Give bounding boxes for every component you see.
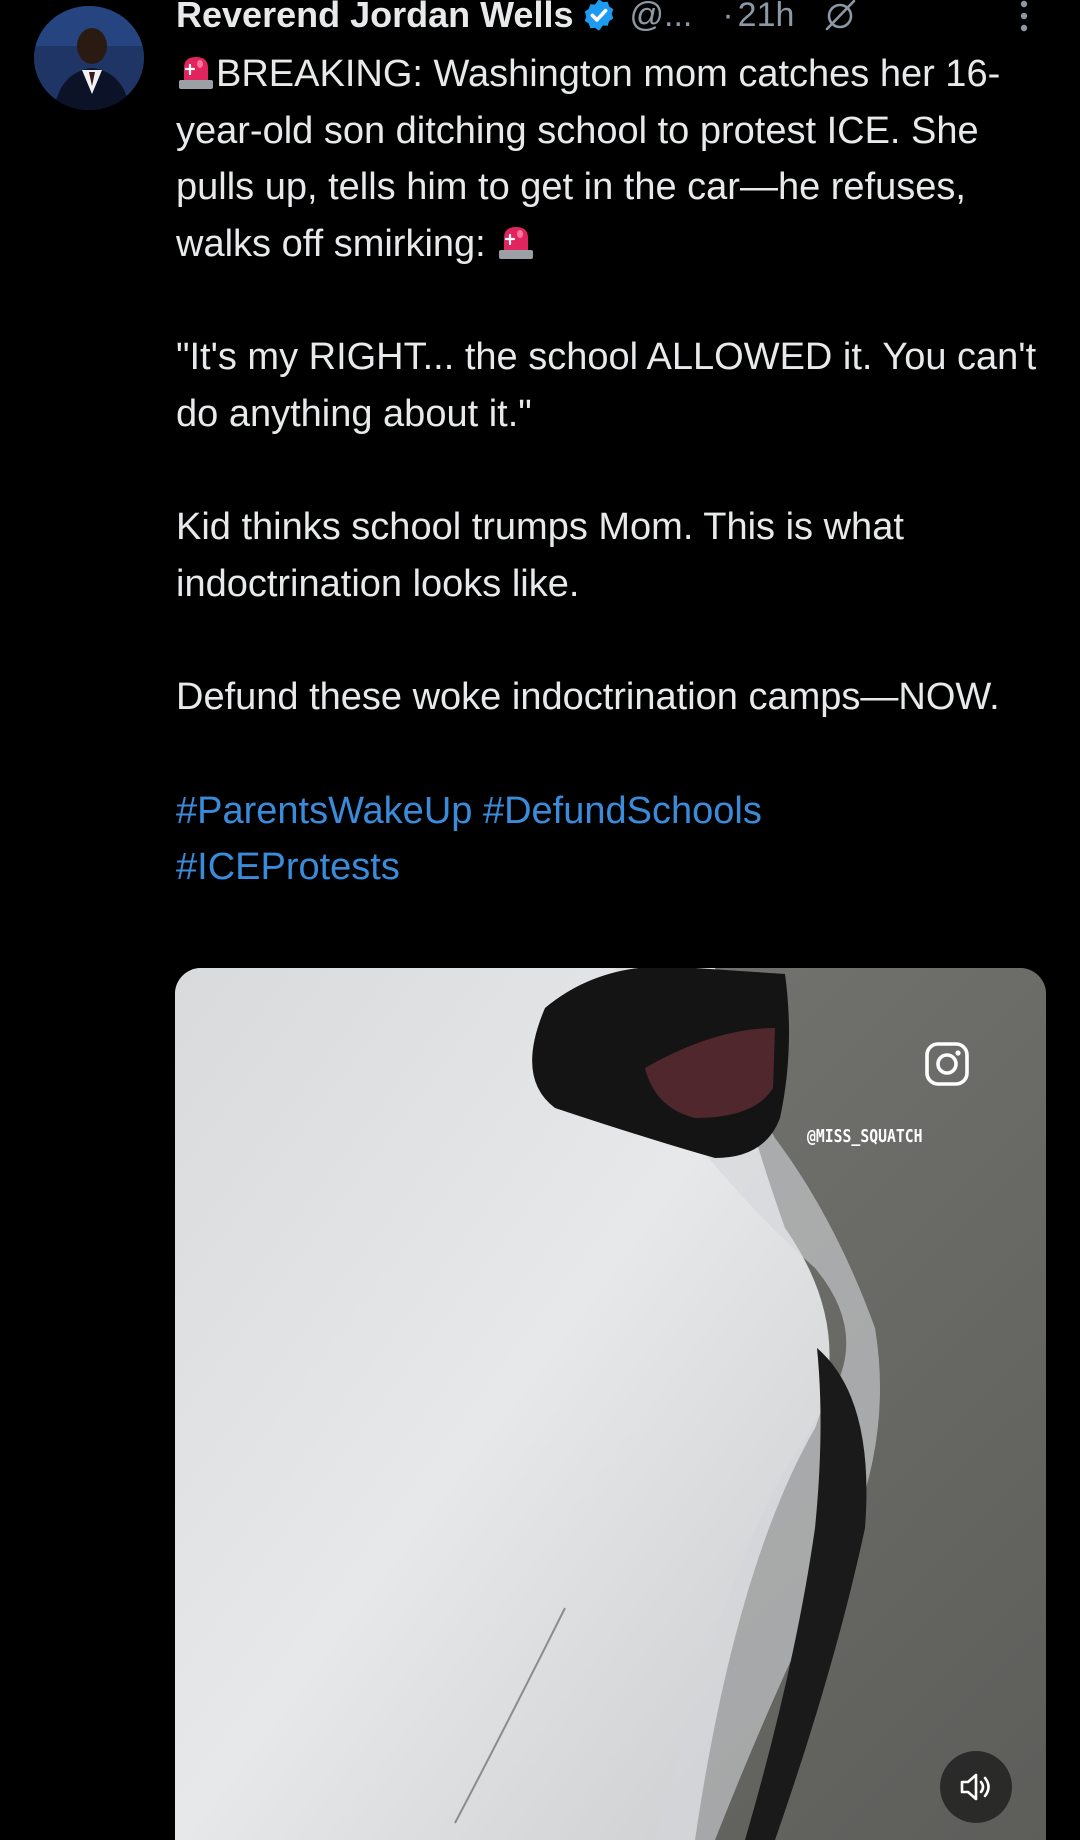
post-paragraph: BREAKING: Washington mom catches her 16-…: [176, 46, 1056, 272]
instagram-icon: [925, 1042, 969, 1086]
hashtag-link[interactable]: #ICEProtests: [176, 846, 400, 888]
speaker-volume-icon: [960, 1773, 990, 1801]
verified-badge-icon: [585, 0, 614, 31]
video-frame: [175, 968, 1046, 1840]
author-display-name[interactable]: Reverend Jordan Wells: [176, 0, 573, 33]
grok-icon[interactable]: [820, 0, 860, 35]
video-player[interactable]: @MISS_SQUATCH: [175, 968, 1046, 1840]
post-timestamp[interactable]: 21h: [738, 0, 795, 35]
post-header: Reverend Jordan Wells @... · 21h: [176, 0, 1056, 36]
post-body: BREAKING: Washington mom catches her 16-…: [176, 46, 1056, 896]
author-avatar[interactable]: [34, 6, 144, 110]
more-vertical-icon[interactable]: [1016, 0, 1032, 40]
header-separator: ·: [722, 0, 734, 34]
hashtag-link[interactable]: #ParentsWakeUp: [176, 790, 472, 832]
avatar-photo: [34, 6, 144, 110]
post-paragraph: "It's my RIGHT... the school ALLOWED it.…: [176, 336, 1037, 435]
post-paragraph: Kid thinks school trumps Mom. This is wh…: [176, 506, 904, 605]
mute-toggle-button[interactable]: [940, 1751, 1012, 1823]
hashtag-list: #ParentsWakeUp #DefundSchools #ICEProtest…: [176, 783, 1056, 896]
paragraph-1-text: BREAKING: Washington mom catches her 16-…: [176, 53, 1001, 265]
author-handle[interactable]: @...: [629, 0, 692, 35]
siren-icon: [179, 57, 213, 89]
post-paragraph: Defund these woke indoctrination camps—N…: [176, 676, 1000, 718]
video-watermark: @MISS_SQUATCH: [807, 1126, 923, 1147]
hashtag-link[interactable]: #DefundSchools: [483, 790, 762, 832]
siren-icon: [499, 226, 534, 259]
